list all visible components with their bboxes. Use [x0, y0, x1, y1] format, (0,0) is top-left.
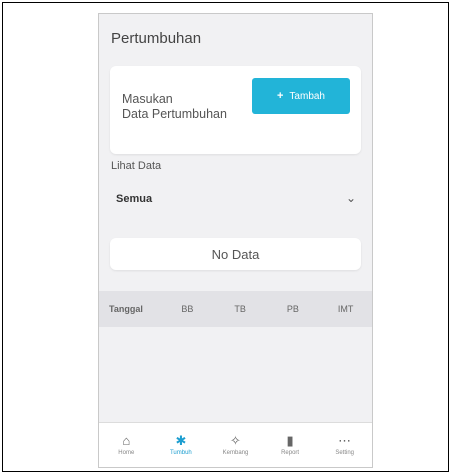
filter-label: Lihat Data: [111, 160, 162, 172]
column-header-bb: BB: [181, 304, 194, 314]
nav-label-development: Kembang: [222, 450, 249, 456]
nav-item-development[interactable]: ✧ Kembang: [208, 423, 263, 467]
column-header-imt: IMT: [337, 304, 354, 314]
page-title: Pertumbuhan: [111, 30, 202, 47]
prompt-line-1: Masukan: [122, 92, 173, 106]
add-data-prompt: Masukan Data Pertumbuhan: [122, 92, 272, 122]
nav-item-report[interactable]: ▮ Report: [263, 423, 318, 467]
bottom-nav: ⌂ Home ✱ Tumbuh ✧ Kembang ▮ Report ⋯ Set…: [99, 422, 372, 467]
screenshot-frame: Pertumbuhan Masukan Data Pertumbuhan + T…: [2, 2, 449, 472]
column-header-tb: TB: [234, 304, 246, 314]
nav-label-home: Home: [118, 450, 135, 456]
prompt-line-2: Data Pertumbuhan: [122, 107, 227, 121]
nav-label-setting: Setting: [335, 450, 355, 456]
column-header-pb: PB: [286, 304, 299, 314]
nav-item-home[interactable]: ⌂ Home: [99, 423, 154, 467]
bar-chart-icon: ▮: [286, 433, 294, 448]
filter-selected-value: Semua: [116, 193, 153, 205]
chevron-down-icon: ⌄: [345, 191, 356, 205]
add-button[interactable]: + Tambah: [252, 78, 350, 114]
nav-label-report: Report: [281, 450, 300, 456]
filter-select[interactable]: Semua ⌄: [99, 179, 372, 219]
phone-screen: Pertumbuhan Masukan Data Pertumbuhan + T…: [98, 13, 373, 468]
table-header: Tanggal BB TB PB IMT: [99, 291, 372, 327]
nav-item-growth[interactable]: ✱ Tumbuh: [154, 423, 209, 467]
home-icon: ⌂: [122, 433, 131, 448]
nav-item-setting[interactable]: ⋯ Setting: [317, 423, 372, 467]
add-button-label: Tambah: [289, 90, 325, 102]
nav-label-growth: Tumbuh: [169, 450, 192, 456]
empty-state-message: No Data: [211, 246, 260, 262]
growth-icon: ✱: [175, 433, 187, 448]
column-header-date: Tanggal: [109, 304, 143, 314]
plus-icon: +: [276, 90, 284, 102]
walk-icon: ✧: [230, 433, 241, 448]
more-icon: ⋯: [338, 433, 352, 448]
empty-state-card: No Data: [110, 238, 361, 270]
